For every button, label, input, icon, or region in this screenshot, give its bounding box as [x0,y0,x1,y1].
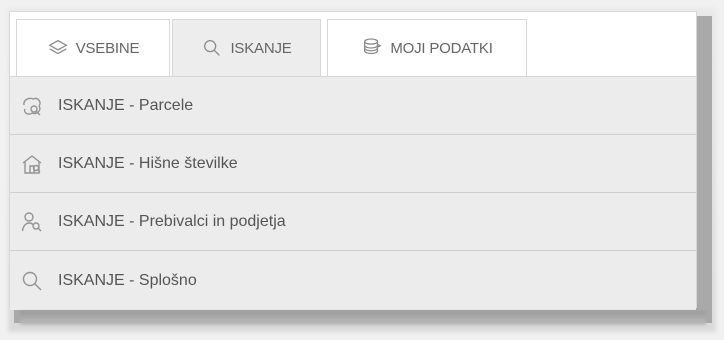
person-search-icon [19,209,44,234]
search-option-parcele[interactable]: ISKANJE - Parcele [10,77,696,135]
search-option-hisne-stevilke-label: ISKANJE - Hišne številke [58,154,238,172]
search-option-prebivalci-podjetja-label: ISKANJE - Prebivalci in podjetja [58,212,286,230]
tab-moji-podatki-label: MOJI PODATKI [390,39,493,57]
search-option-splosno[interactable]: ISKANJE - Splošno [10,251,696,310]
tab-vsebine[interactable]: VSEBINE [16,19,170,76]
tab-bar: VSEBINE ISKANJE MOJI PODATKI [10,12,696,77]
tab-iskanje[interactable]: ISKANJE [172,19,321,76]
search-icon [19,268,44,293]
search-option-splosno-label: ISKANJE - Splošno [58,271,197,289]
layers-icon [48,39,68,55]
parcel-icon [19,93,44,118]
search-option-hisne-stevilke[interactable]: ISKANJE - Hišne številke [10,135,696,193]
search-option-prebivalci-podjetja[interactable]: ISKANJE - Prebivalci in podjetja [10,193,696,251]
house-icon [19,151,44,176]
stack-icon [364,38,383,55]
search-option-parcele-label: ISKANJE - Parcele [58,96,194,114]
search-icon [204,40,221,56]
tab-vsebine-label: VSEBINE [75,39,140,57]
tab-moji-podatki[interactable]: MOJI PODATKI [327,19,527,76]
search-panel: VSEBINE ISKANJE MOJI PODATKI ISKANJE - P… [10,12,696,310]
tab-iskanje-label: ISKANJE [230,39,292,57]
search-option-list: ISKANJE - Parcele ISKANJE - Hišne števil… [10,77,696,310]
